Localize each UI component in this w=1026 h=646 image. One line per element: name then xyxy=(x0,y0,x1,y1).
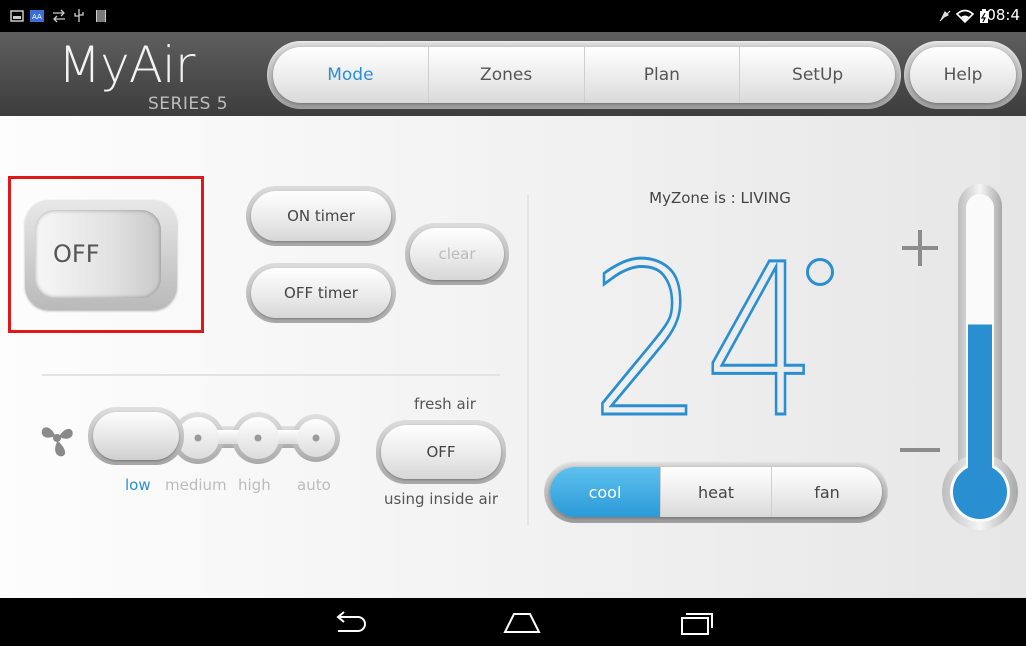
tab-setup[interactable]: SetUp xyxy=(740,47,895,103)
system-nav-bar xyxy=(0,598,1026,646)
fan-speed-medium-label[interactable]: medium xyxy=(165,476,227,494)
temperature-down-button[interactable] xyxy=(898,428,942,472)
myzone-label: MyZone is : LIVING xyxy=(649,189,791,207)
fan-speed-knob[interactable] xyxy=(88,407,184,465)
fan-speed-high-label[interactable]: high xyxy=(238,476,271,494)
temperature-digits: 24 xyxy=(590,228,818,424)
app-logo-subtitle: SERIES 5 xyxy=(148,94,229,114)
fan-icon xyxy=(41,427,73,457)
app-logo: MyAir xyxy=(58,36,195,94)
vertical-divider xyxy=(527,195,529,525)
degree-symbol xyxy=(806,258,834,286)
recents-icon[interactable] xyxy=(676,610,716,636)
thermometer-bulb xyxy=(953,465,1007,519)
fan-speed-low-label[interactable]: low xyxy=(125,476,151,494)
mode-heat-button[interactable]: heat xyxy=(661,467,772,517)
help-button[interactable]: Help xyxy=(910,47,1016,103)
wifi-icon xyxy=(956,9,974,23)
fan-speed-auto-label[interactable]: auto xyxy=(297,476,331,494)
highlight-box xyxy=(8,176,204,333)
thermometer-gauge[interactable] xyxy=(938,180,1022,530)
temperature-up-button[interactable] xyxy=(898,226,942,270)
on-timer-button[interactable]: ON timer xyxy=(251,191,391,241)
mode-selector: cool heat fan xyxy=(544,461,888,523)
tab-zones[interactable]: Zones xyxy=(429,47,585,103)
status-bar: AA 08:4 xyxy=(0,0,1026,32)
on-timer-frame: ON timer xyxy=(246,186,396,246)
home-icon[interactable] xyxy=(502,610,542,636)
thermometer-fill xyxy=(968,324,992,484)
off-timer-button[interactable]: OFF timer xyxy=(251,268,391,318)
clock: 08:4 xyxy=(986,6,1020,24)
mute-icon xyxy=(939,10,951,22)
fresh-air-frame: OFF xyxy=(376,420,506,484)
usb-icon xyxy=(74,9,84,22)
mode-fan-button[interactable]: fan xyxy=(772,467,882,517)
fresh-air-status: using inside air xyxy=(384,490,498,508)
tab-plan[interactable]: Plan xyxy=(585,47,741,103)
main-nav: Mode Zones Plan SetUp xyxy=(267,41,901,109)
fresh-air-title: fresh air xyxy=(414,395,476,413)
mode-cool-button[interactable]: cool xyxy=(550,467,661,517)
clear-timer-button[interactable]: clear xyxy=(410,228,504,280)
a-icon: AA xyxy=(30,10,44,22)
clear-timer-frame: clear xyxy=(405,223,509,285)
temperature-value: 24 xyxy=(590,228,820,424)
fresh-air-toggle-button[interactable]: OFF xyxy=(381,425,501,479)
tab-mode[interactable]: Mode xyxy=(273,47,429,103)
image-icon xyxy=(10,10,24,22)
off-timer-frame: OFF timer xyxy=(246,263,396,323)
back-icon[interactable] xyxy=(330,610,370,636)
swap-icon xyxy=(53,9,65,23)
help-button-frame: Help xyxy=(904,41,1022,109)
svg-text:AA: AA xyxy=(32,13,42,21)
horizontal-divider xyxy=(42,374,500,376)
bars-icon xyxy=(96,10,106,22)
